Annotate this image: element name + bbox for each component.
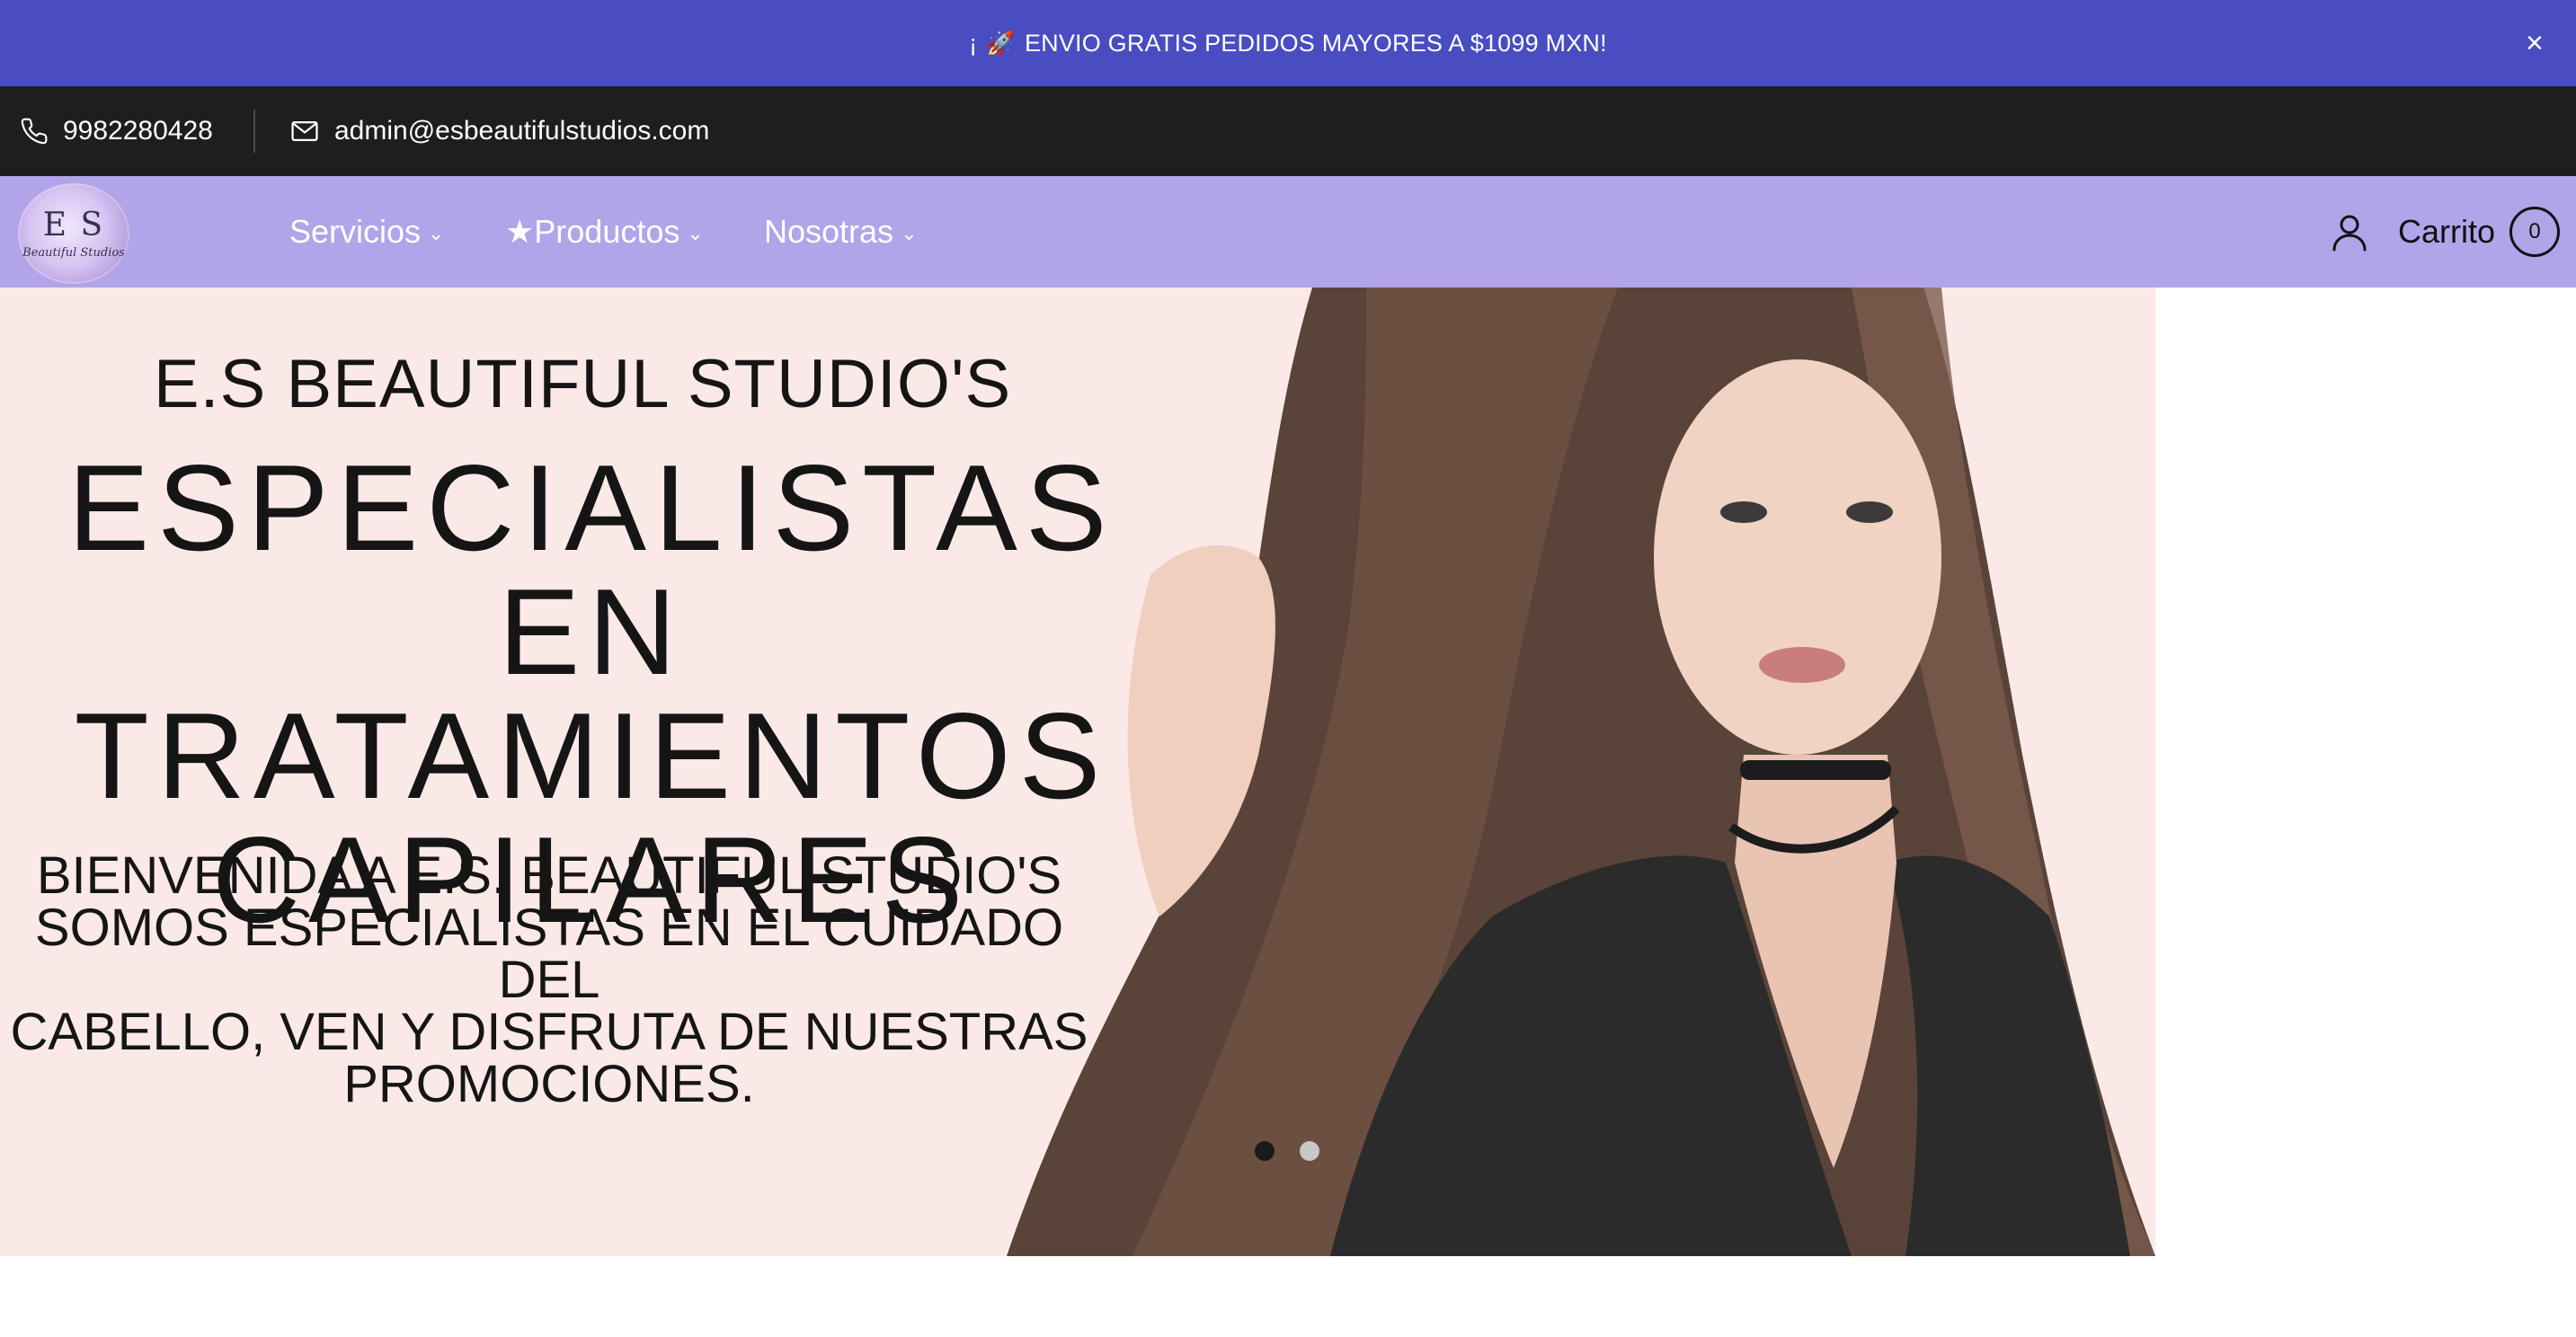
chevron-down-icon: ⌄ [901, 222, 918, 244]
hero-subtext: BIENVENIDA A E.S. BEAUTIFUL STUDIO'S SOM… [0, 850, 1098, 1111]
close-icon[interactable]: × [2518, 27, 2551, 59]
logo-subtitle: Beautiful Studios [22, 246, 125, 260]
nav-item-label: Servicios [289, 213, 422, 250]
contact-divider [253, 110, 255, 153]
logo-monogram: E S [42, 207, 105, 243]
subtext-line: CABELLO, VEN Y DISFRUTA DE NUESTRAS [10, 1003, 1088, 1061]
cart-count-badge[interactable]: 0 [2509, 207, 2560, 257]
nav-item-label: Nosotras [764, 213, 894, 250]
account-icon[interactable] [2328, 210, 2371, 253]
headline-line: ESPECIALISTAS EN [67, 439, 1115, 700]
contact-bar: 9982280428 admin@esbeautifulstudios.com [0, 86, 2576, 176]
headline-line: TRATAMIENTOS [74, 687, 1109, 824]
hero-banner: E.S BEAUTIFUL STUDIO'S ESPECIALISTAS EN … [0, 288, 2576, 1256]
subtext-line: PROMOCIONES. [343, 1055, 755, 1113]
logo[interactable]: E S Beautiful Studios [18, 183, 129, 284]
email-address: admin@esbeautifulstudios.com [334, 116, 710, 146]
chevron-down-icon: ⌄ [687, 222, 704, 244]
nav-item-nosotras[interactable]: Nosotras ⌄ [764, 176, 918, 288]
rocket-icon: 🚀 [986, 29, 1016, 57]
announcement-bar: ¡ 🚀 ENVIO GRATIS PEDIDOS MAYORES A $1099… [0, 0, 2576, 86]
hero-text-block: E.S BEAUTIFUL STUDIO'S ESPECIALISTAS EN … [0, 288, 1186, 1256]
nav-item-label: ★Productos [505, 213, 680, 250]
phone-contact[interactable]: 9982280428 [20, 86, 213, 176]
slider-dot[interactable] [1300, 1141, 1319, 1161]
subtext-line: BIENVENIDA A E.S. BEAUTIFUL STUDIO'S [36, 846, 1062, 905]
phone-icon [21, 118, 48, 145]
announcement-message: ¡ 🚀 ENVIO GRATIS PEDIDOS MAYORES A $1099… [969, 30, 1607, 58]
nav-item-productos[interactable]: ★Productos ⌄ [505, 176, 704, 288]
phone-number: 9982280428 [63, 116, 213, 146]
cart-link[interactable]: Carrito [2398, 176, 2495, 288]
slider-dots [1255, 1141, 1319, 1161]
hero-brand-name: E.S BEAUTIFUL STUDIO'S [153, 346, 1012, 422]
mail-icon [291, 120, 318, 142]
nav-item-servicios[interactable]: Servicios ⌄ [289, 176, 444, 288]
announcement-prefix: ¡ [969, 29, 978, 57]
chevron-down-icon: ⌄ [428, 222, 445, 244]
announcement-text: ENVIO GRATIS PEDIDOS MAYORES A $1099 MXN… [1024, 29, 1607, 57]
email-contact[interactable]: admin@esbeautifulstudios.com [289, 86, 709, 176]
main-nav: E S Beautiful Studios Servicios ⌄ ★Produ… [0, 176, 2576, 288]
subtext-line: SOMOS ESPECIALISTAS EN EL CUIDADO DEL [34, 899, 1064, 1009]
slider-dot-active[interactable] [1255, 1141, 1275, 1161]
